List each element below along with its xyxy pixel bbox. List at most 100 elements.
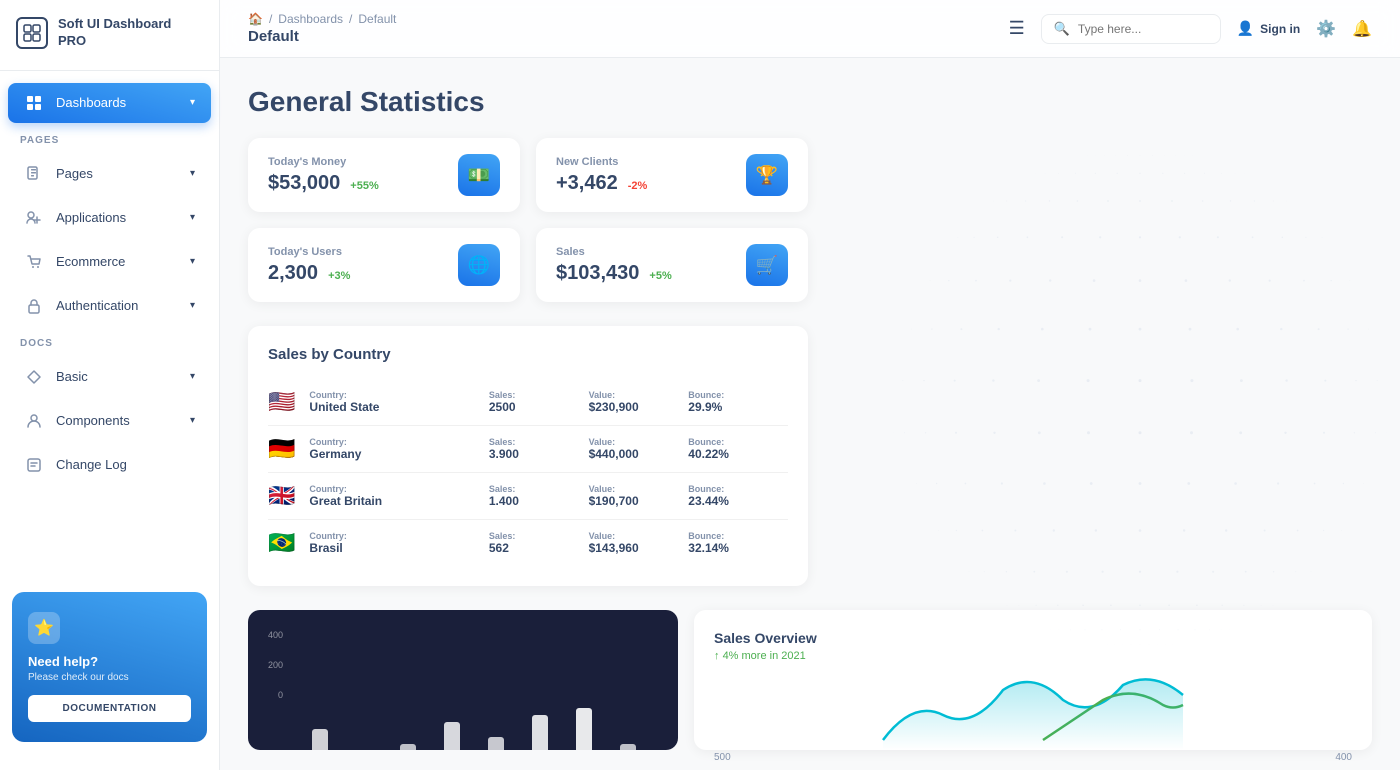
stat-money-value: $53,000 <box>268 172 340 195</box>
sidebar-item-pages[interactable]: Pages ▾ <box>8 154 211 194</box>
stat-sales-label: Sales <box>556 246 746 258</box>
stat-clients-value: +3,462 <box>556 172 618 195</box>
bar-y-0: 0 <box>268 690 283 700</box>
basic-icon <box>24 367 44 387</box>
bar-item <box>312 729 328 750</box>
country-sales-col: Sales: 1.400 <box>489 484 589 508</box>
globe-decoration <box>840 98 1400 698</box>
help-star-icon: ⭐ <box>28 612 60 644</box>
components-label: Components <box>56 413 178 428</box>
sidebar-item-changelog[interactable]: Change Log <box>8 445 211 485</box>
content-area: General Statistics Today's Money $53,000… <box>220 58 1400 770</box>
search-box: 🔍 <box>1041 14 1221 44</box>
authentication-icon <box>24 296 44 316</box>
stat-users-value: 2,300 <box>268 262 318 285</box>
sidebar-item-basic[interactable]: Basic ▾ <box>8 357 211 397</box>
page-title: General Statistics <box>248 86 1372 118</box>
home-icon[interactable]: 🏠 <box>248 12 263 26</box>
country-value-col: Value: $440,000 <box>589 437 689 461</box>
dashboards-label: Dashboards <box>56 95 178 110</box>
bar-chart-card: 400 200 0 <box>248 610 678 750</box>
sidebar-item-components[interactable]: Components ▾ <box>8 401 211 441</box>
dashboards-icon <box>24 93 44 113</box>
documentation-button[interactable]: DOCUMENTATION <box>28 695 191 722</box>
sales-overview-subtitle: ↑ 4% more in 2021 <box>714 650 1352 662</box>
pages-section-label: PAGES <box>0 125 219 152</box>
country-name-col: Country: Brasil <box>309 531 488 555</box>
country-flag-gb: 🇬🇧 <box>268 483 295 509</box>
country-sales-col: Sales: 2500 <box>489 390 589 414</box>
breadcrumb-default: Default <box>358 12 396 26</box>
sales-overview-title: Sales Overview <box>714 630 1352 646</box>
ecommerce-icon <box>24 252 44 272</box>
signin-button[interactable]: 👤 Sign in <box>1237 20 1300 37</box>
search-input[interactable] <box>1078 22 1208 36</box>
country-bounce-col: Bounce: 23.44% <box>688 484 788 508</box>
country-table: 🇺🇸 Country: United State Sales: 2500 Val… <box>268 379 788 566</box>
bar-item <box>488 737 504 750</box>
stat-money-change: +55% <box>350 180 378 192</box>
country-flag-br: 🇧🇷 <box>268 530 295 556</box>
sidebar-logo: Soft UI Dashboard PRO <box>0 16 219 71</box>
ecommerce-label: Ecommerce <box>56 254 178 269</box>
sidebar-item-dashboards[interactable]: Dashboards ▾ <box>8 83 211 123</box>
settings-icon[interactable]: ⚙️ <box>1316 19 1336 39</box>
breadcrumb: 🏠 / Dashboards / Default <box>248 12 993 26</box>
country-bounce-col: Bounce: 32.14% <box>688 531 788 555</box>
country-row: 🇬🇧 Country: Great Britain Sales: 1.400 V… <box>268 472 788 519</box>
sales-overview-pct: 4% more in 2021 <box>723 650 806 662</box>
country-value-col: Value: $190,700 <box>589 484 689 508</box>
stat-sales-info: Sales $103,430 +5% <box>556 246 746 285</box>
stat-clients-change: -2% <box>628 180 648 192</box>
stat-users-icon: 🌐 <box>458 244 500 286</box>
sales-by-country-card: Sales by Country 🇺🇸 Country: United Stat… <box>248 326 808 586</box>
breadcrumb-sep2: / <box>349 12 352 26</box>
sales-up-arrow: ↑ <box>714 650 720 662</box>
changelog-label: Change Log <box>56 457 195 472</box>
sidebar-item-authentication[interactable]: Authentication ▾ <box>8 286 211 326</box>
country-row: 🇩🇪 Country: Germany Sales: 3.900 Value: … <box>268 425 788 472</box>
topbar: 🏠 / Dashboards / Default Default ☰ 🔍 👤 S… <box>220 0 1400 58</box>
stat-clients-info: New Clients +3,462 -2% <box>556 156 746 195</box>
country-name-col: Country: United State <box>309 390 488 414</box>
user-icon: 👤 <box>1237 20 1254 37</box>
country-bounce-col: Bounce: 29.9% <box>688 390 788 414</box>
logo-icon <box>16 17 48 49</box>
notification-icon[interactable]: 🔔 <box>1352 19 1372 39</box>
stat-card-sales: Sales $103,430 +5% 🛒 <box>536 228 808 302</box>
sales-country-title: Sales by Country <box>268 346 788 363</box>
changelog-icon <box>24 455 44 475</box>
bar-item <box>400 744 416 750</box>
app-name: Soft UI Dashboard PRO <box>58 16 203 50</box>
components-icon <box>24 411 44 431</box>
stat-money-icon: 💵 <box>458 154 500 196</box>
sidebar-item-ecommerce[interactable]: Ecommerce ▾ <box>8 242 211 282</box>
breadcrumb-area: 🏠 / Dashboards / Default Default <box>248 12 993 45</box>
breadcrumb-sep1: / <box>269 12 272 26</box>
country-value-col: Value: $143,960 <box>589 531 689 555</box>
country-value-col: Value: $230,900 <box>589 390 689 414</box>
country-sales-col: Sales: 3.900 <box>489 437 589 461</box>
country-name-col: Country: Germany <box>309 437 488 461</box>
basic-arrow: ▾ <box>190 371 195 382</box>
hamburger-button[interactable]: ☰ <box>1009 18 1025 39</box>
main-area: 🏠 / Dashboards / Default Default ☰ 🔍 👤 S… <box>220 0 1400 770</box>
bottom-charts: 400 200 0 Sales Overview ↑ 4% more in 20… <box>248 610 1372 750</box>
components-arrow: ▾ <box>190 415 195 426</box>
authentication-arrow: ▾ <box>190 300 195 311</box>
sales-sparkline <box>714 670 1352 750</box>
stat-users-label: Today's Users <box>268 246 458 258</box>
bar-y-400: 400 <box>268 630 283 640</box>
country-flag-us: 🇺🇸 <box>268 389 295 415</box>
authentication-label: Authentication <box>56 298 178 313</box>
help-subtitle: Please check our docs <box>28 672 191 683</box>
stat-money-label: Today's Money <box>268 156 458 168</box>
bar-item <box>620 744 636 750</box>
sidebar-item-applications[interactable]: Applications ▾ <box>8 198 211 238</box>
bar-item <box>444 722 460 750</box>
stat-users-info: Today's Users 2,300 +3% <box>268 246 458 285</box>
stat-card-money: Today's Money $53,000 +55% 💵 <box>248 138 520 212</box>
breadcrumb-dashboards[interactable]: Dashboards <box>278 12 343 26</box>
country-row: 🇺🇸 Country: United State Sales: 2500 Val… <box>268 379 788 425</box>
help-box: ⭐ Need help? Please check our docs DOCUM… <box>12 592 207 742</box>
